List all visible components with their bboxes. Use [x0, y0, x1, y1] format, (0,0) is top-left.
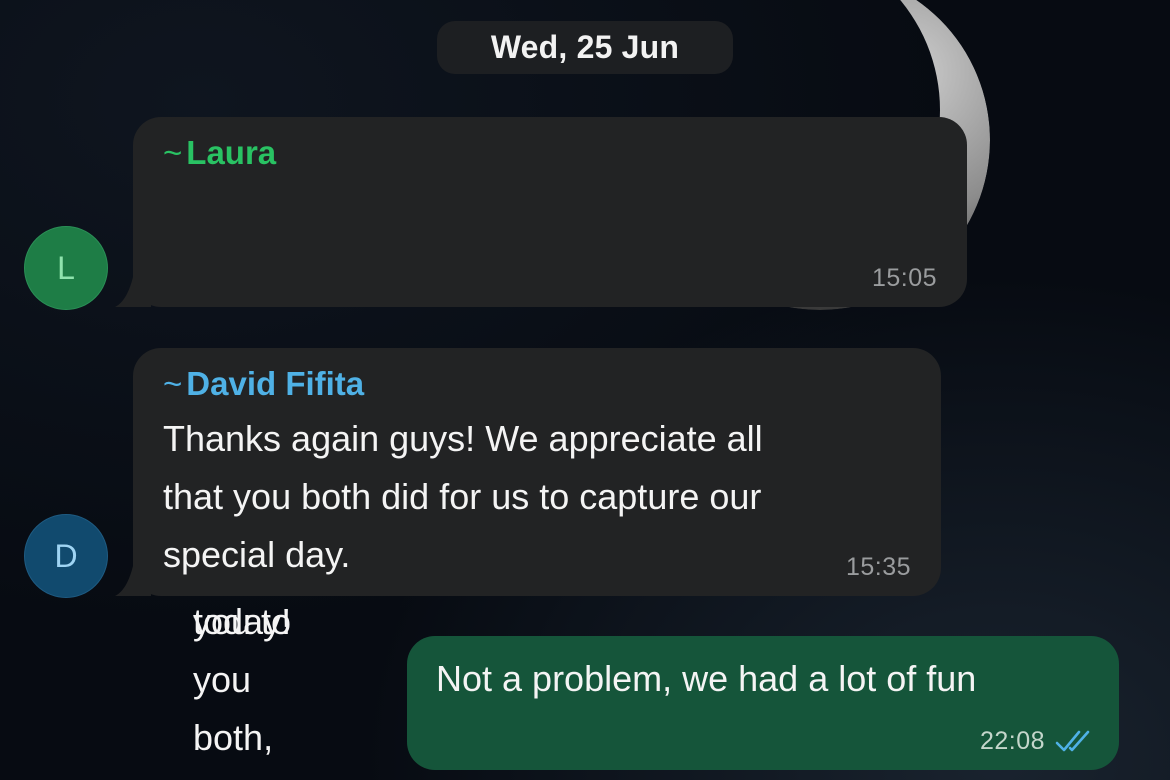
sender-name[interactable]: ~ David Fifita: [163, 365, 364, 403]
incoming-message-bubble[interactable]: ~ David Fifita Thanks again guys! We appr…: [115, 348, 941, 596]
date-separator: Wed, 25 Jun: [437, 21, 733, 74]
avatar-david[interactable]: D: [24, 514, 108, 598]
message-time: 22:08: [979, 727, 1045, 755]
bubble-tail: [115, 566, 151, 596]
sender-name[interactable]: ~ Laura: [163, 134, 276, 172]
message-time: 15:35: [845, 553, 911, 581]
double-check-read-icon: [1055, 730, 1090, 752]
avatar-laura[interactable]: L: [24, 226, 108, 310]
outgoing-message-bubble[interactable]: Not a problem, we had a lot of fun 22:08: [407, 636, 1119, 770]
message-text: Thanks again guys! We appreciate all tha…: [163, 418, 763, 575]
message-text: Not a problem, we had a lot of fun: [436, 658, 977, 699]
message-time: 15:05: [871, 264, 937, 292]
bubble-tail: [115, 277, 151, 307]
incoming-message-bubble[interactable]: ~Laura Just want to say thank-you to you…: [115, 117, 967, 758]
